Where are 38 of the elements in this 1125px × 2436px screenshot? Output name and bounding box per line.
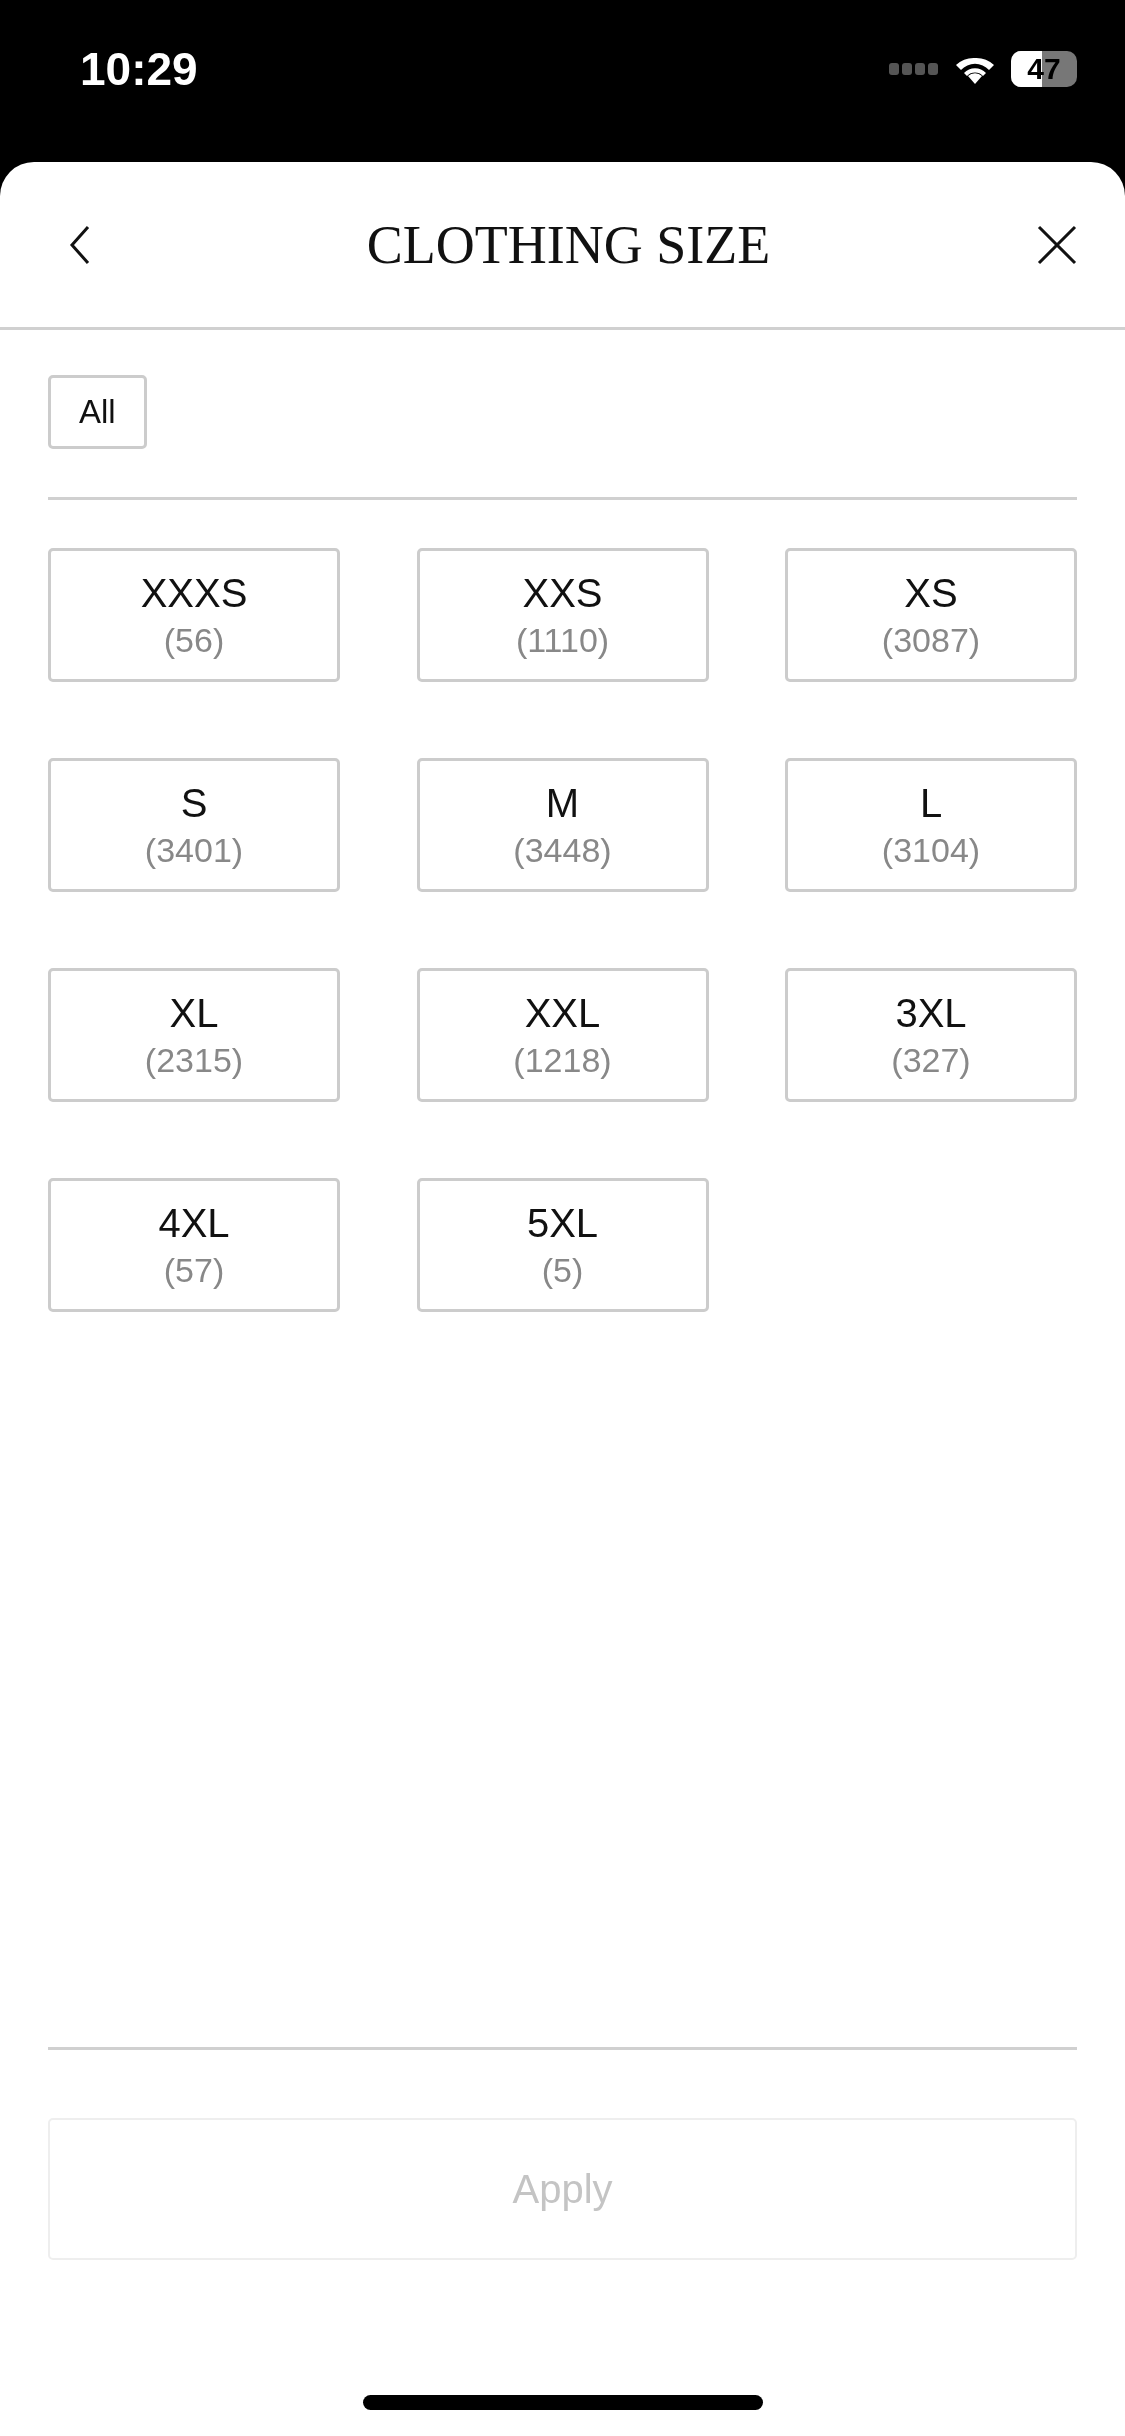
size-count: (56) bbox=[163, 620, 225, 660]
size-count: (57) bbox=[163, 1250, 225, 1290]
signal-icon bbox=[889, 62, 939, 76]
size-count: (327) bbox=[891, 1040, 971, 1080]
size-option[interactable]: M (3448) bbox=[416, 758, 709, 892]
size-label: 5XL bbox=[526, 1200, 599, 1246]
size-count: (3087) bbox=[881, 620, 981, 660]
size-count: (3448) bbox=[513, 830, 612, 870]
size-option[interactable]: 4XL (57) bbox=[48, 1178, 340, 1312]
size-label: S bbox=[180, 780, 208, 826]
size-option[interactable]: XXS (1110) bbox=[416, 548, 709, 682]
size-label: XXS bbox=[522, 570, 603, 616]
size-label: XXL bbox=[524, 990, 601, 1036]
size-count: (1218) bbox=[513, 1040, 612, 1080]
size-option[interactable]: XXL (1218) bbox=[416, 968, 709, 1102]
size-option[interactable]: XL (2315) bbox=[48, 968, 340, 1102]
size-count: (2315) bbox=[144, 1040, 244, 1080]
size-option[interactable]: S (3401) bbox=[48, 758, 340, 892]
size-count: (3104) bbox=[881, 830, 981, 870]
size-label: 4XL bbox=[158, 1200, 230, 1246]
size-count: (3401) bbox=[144, 830, 244, 870]
size-label: M bbox=[545, 780, 580, 826]
size-label: XL bbox=[169, 990, 219, 1036]
size-label: 3XL bbox=[895, 990, 967, 1036]
size-count: (1110) bbox=[515, 620, 610, 660]
size-option[interactable]: XS (3087) bbox=[785, 548, 1077, 682]
back-icon[interactable] bbox=[68, 224, 92, 265]
sheet-title: CLOTHING SIZE bbox=[366, 213, 771, 276]
status-time: 10:29 bbox=[80, 44, 198, 94]
size-option[interactable]: L (3104) bbox=[785, 758, 1077, 892]
size-label: XXXS bbox=[140, 570, 248, 616]
size-label: L bbox=[919, 780, 943, 826]
size-option[interactable]: 5XL (5) bbox=[416, 1178, 709, 1312]
size-label: XS bbox=[904, 570, 958, 616]
size-option[interactable]: 3XL (327) bbox=[785, 968, 1077, 1102]
size-count: (5) bbox=[541, 1250, 584, 1290]
all-sizes-button[interactable]: All bbox=[48, 375, 147, 449]
size-option[interactable]: XXXS (56) bbox=[48, 548, 340, 682]
